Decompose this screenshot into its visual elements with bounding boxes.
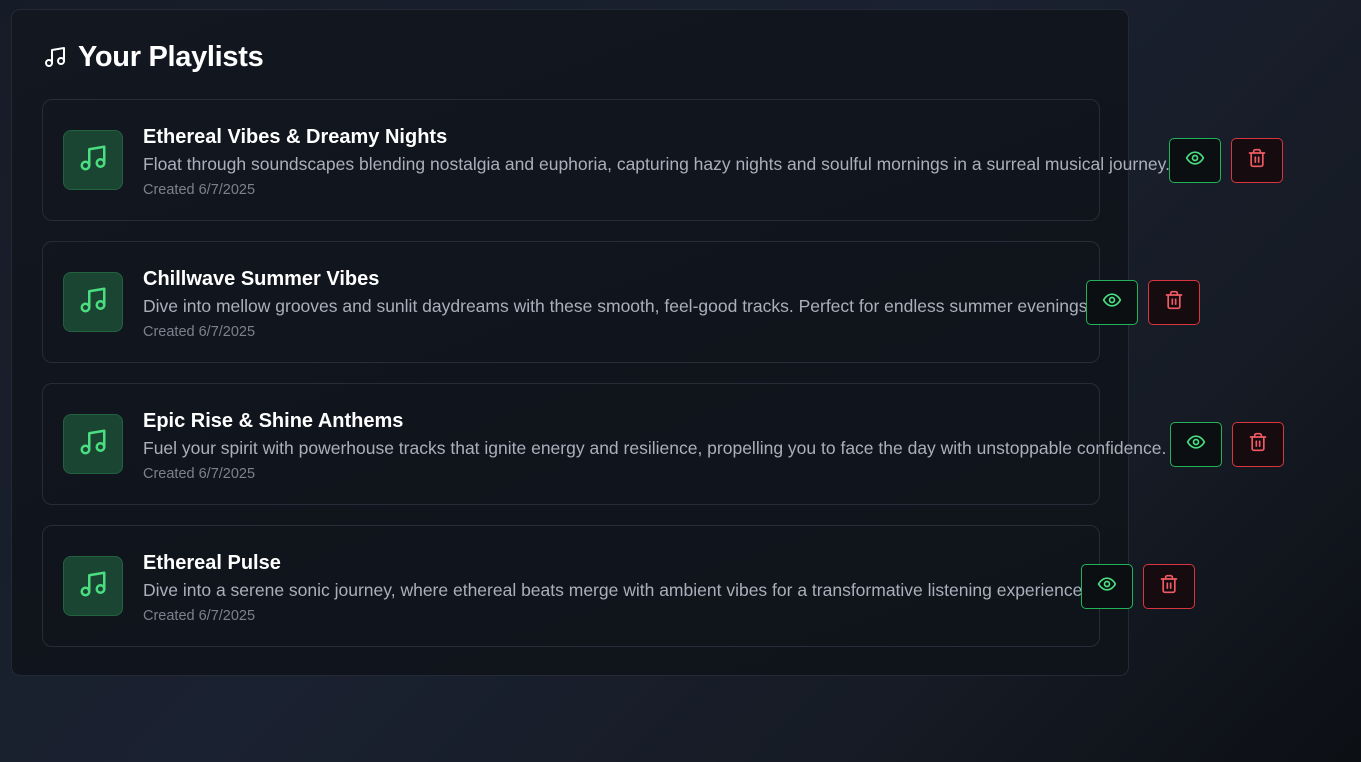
playlist-created-date: Created 6/7/2025 [143,324,256,340]
playlist-row[interactable]: Ethereal Pulse Dive into a serene sonic … [42,525,1100,647]
delete-playlist-button[interactable] [1143,564,1195,609]
playlist-actions [1169,138,1283,183]
delete-playlist-button[interactable] [1232,422,1284,467]
playlist-description: Dive into mellow grooves and sunlit dayd… [143,296,1093,316]
view-playlist-button[interactable] [1086,280,1138,325]
eye-icon [1186,432,1206,457]
trash-icon [1247,148,1267,173]
music-note-icon [78,143,108,178]
playlist-actions [1170,422,1284,467]
view-playlist-button[interactable] [1170,422,1222,467]
view-playlist-button[interactable] [1081,564,1133,609]
playlist-description: Float through soundscapes blending nosta… [143,154,1170,174]
page-title: Your Playlists [78,40,264,73]
eye-icon [1185,148,1205,173]
trash-icon [1248,432,1268,457]
playlist-title: Ethereal Pulse [143,552,281,574]
playlist-title: Chillwave Summer Vibes [143,268,380,290]
trash-icon [1164,290,1184,315]
playlists-header: Your Playlists [43,38,264,76]
playlist-created-date: Created 6/7/2025 [143,466,256,482]
delete-playlist-button[interactable] [1231,138,1283,183]
playlist-thumbnail [63,556,123,616]
playlist-thumbnail [63,414,123,474]
playlist-thumbnail [63,272,123,332]
trash-icon [1159,574,1179,599]
music-note-icon [78,569,108,604]
playlist-actions [1081,564,1195,609]
music-note-icon [78,427,108,462]
view-playlist-button[interactable] [1169,138,1221,183]
playlist-created-date: Created 6/7/2025 [143,608,256,624]
eye-icon [1097,574,1117,599]
playlist-description: Dive into a serene sonic journey, where … [143,580,1088,600]
playlist-row[interactable]: Chillwave Summer Vibes Dive into mellow … [42,241,1100,363]
playlist-created-date: Created 6/7/2025 [143,182,256,198]
delete-playlist-button[interactable] [1148,280,1200,325]
playlist-actions [1086,280,1200,325]
music-note-icon [43,45,67,69]
playlist-title: Ethereal Vibes & Dreamy Nights [143,126,448,148]
playlist-thumbnail [63,130,123,190]
playlist-description: Fuel your spirit with powerhouse tracks … [143,438,1167,458]
music-note-icon [78,285,108,320]
playlist-title: Epic Rise & Shine Anthems [143,410,404,432]
playlist-row[interactable]: Epic Rise & Shine Anthems Fuel your spir… [42,383,1166,505]
playlist-row[interactable]: Ethereal Vibes & Dreamy Nights Float thr… [42,99,1170,221]
eye-icon [1102,290,1122,315]
